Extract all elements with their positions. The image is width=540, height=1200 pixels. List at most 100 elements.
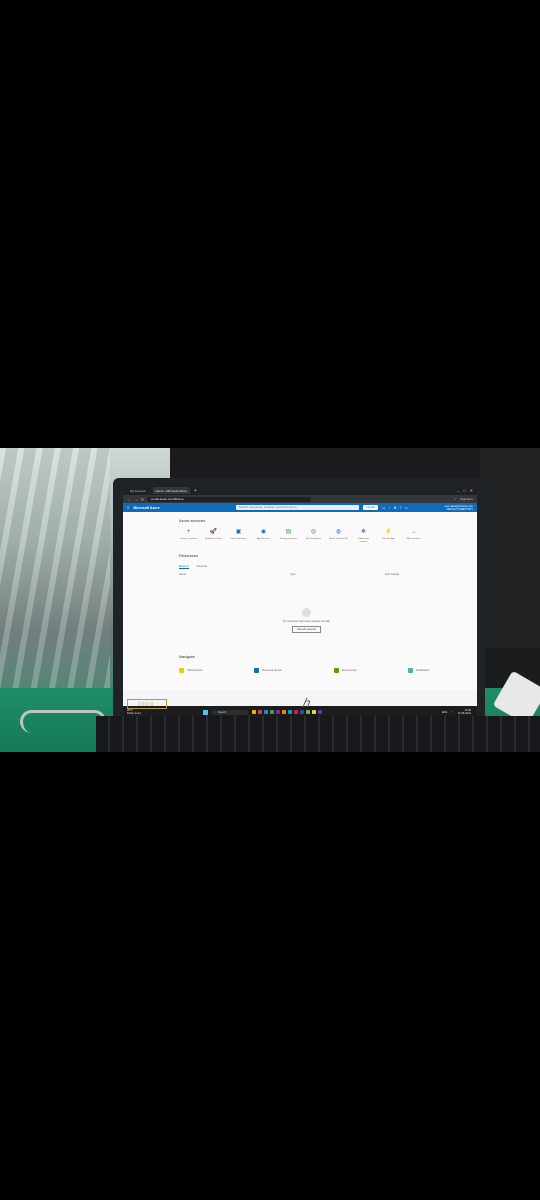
tab-my-account[interactable]: My Account: [127, 487, 149, 494]
taskbar-app-icon[interactable]: [258, 710, 262, 714]
grid-icon: [333, 668, 339, 673]
service-plus[interactable]: + Create a resource: [179, 529, 198, 543]
column-type: Type: [289, 573, 296, 577]
service-globe[interactable]: ◉ App Services: [254, 529, 273, 543]
copilot-button[interactable]: Copilot: [362, 505, 379, 510]
taskbar-app-icon[interactable]: [282, 710, 286, 714]
service-label: Azure Cosmos DB: [329, 538, 348, 540]
tab-favorite[interactable]: Favorite: [197, 564, 208, 569]
taskbar-app-icon[interactable]: [264, 710, 268, 714]
reload-icon[interactable]: ↻: [141, 497, 144, 502]
service-monitor[interactable]: ▣ Virtual machines: [229, 529, 248, 543]
minimize-icon[interactable]: –: [457, 488, 459, 493]
service-label: Virtual machines: [230, 538, 247, 540]
search-input[interactable]: Search resources, services, and docs (G+…: [235, 505, 359, 510]
navigate-item[interactable]: Subscriptions: [179, 668, 203, 673]
taskbar-search[interactable]: Search: [212, 709, 248, 715]
cosmos-icon: ◍: [335, 529, 342, 535]
star-icon[interactable]: ☆: [453, 497, 456, 501]
navigate-item[interactable]: Resource groups: [254, 668, 282, 673]
navigate-item[interactable]: All resources: [333, 668, 357, 673]
account-info[interactable]: user.name@contoso.com DEFAULT DIRECTORY: [445, 505, 473, 511]
empty-state-icon: [301, 608, 311, 617]
column-last-viewed: Last Viewed: [384, 573, 399, 577]
profile-button[interactable]: Signature: [460, 497, 473, 501]
service-label: More services: [406, 538, 421, 540]
service-sql[interactable]: ◎ SQL databases: [304, 529, 323, 543]
window-controls: – □ ✕: [457, 488, 477, 493]
taskbar-app-icon[interactable]: [294, 710, 298, 714]
taskbar-app-icon[interactable]: [312, 710, 316, 714]
service-label: Function App: [382, 538, 395, 540]
service-arrow-right[interactable]: → More services: [404, 529, 423, 543]
navigate-item[interactable]: Dashboard: [408, 668, 429, 673]
maximize-icon[interactable]: □: [463, 488, 465, 493]
service-label: SQL databases: [306, 538, 321, 540]
service-kubernetes[interactable]: ❖ Kubernetes services: [354, 529, 373, 543]
taskbar-app-icon[interactable]: [270, 710, 274, 714]
laptop-photo: My Account Home - Microsoft Azure + – □ …: [0, 448, 540, 752]
bell-icon[interactable]: ◔: [388, 506, 390, 510]
navigate-title: Navigate: [179, 654, 195, 659]
service-storage[interactable]: ▤ Storage accounts: [279, 529, 298, 543]
wifi-icon[interactable]: ◠: [451, 711, 453, 714]
menu-icon[interactable]: ≡: [127, 505, 129, 510]
kubernetes-icon: ❖: [360, 529, 367, 535]
function-icon: ⚡: [384, 529, 393, 535]
resources-tabs: Recent Favorite: [179, 564, 477, 570]
close-icon[interactable]: ✕: [470, 488, 473, 493]
key-icon: [179, 668, 184, 673]
language-indicator[interactable]: ENG: [442, 711, 448, 714]
azure-brand[interactable]: Microsoft Azure: [133, 506, 159, 510]
windows-start-icon[interactable]: [203, 709, 208, 715]
laptop-sticker: Ghibli: [127, 699, 167, 709]
service-label: Create a resource: [179, 538, 198, 540]
service-label: Storage accounts: [279, 538, 298, 540]
gear-icon[interactable]: ⚙: [393, 506, 396, 510]
address-bar: ← → ↻ portal.azure.com/#home ☆ Signature: [123, 495, 477, 503]
monitor-icon: ▣: [235, 529, 242, 535]
new-tab-button[interactable]: +: [194, 488, 197, 494]
resource-group-icon: [254, 668, 260, 673]
feedback-icon[interactable]: ☺: [405, 506, 409, 510]
navigate-label: All resources: [341, 669, 357, 672]
background-right: [480, 448, 540, 648]
taskbar-app-icon[interactable]: [288, 710, 292, 714]
service-cosmos[interactable]: ◍ Azure Cosmos DB: [329, 529, 348, 543]
service-label: Kubernetes services: [357, 538, 370, 543]
taskbar-app-icon[interactable]: [306, 710, 310, 714]
azure-services-list: + Create a resource 🚀 Quickstart Center ▣ Vir…: [179, 529, 477, 543]
keyboard: [96, 716, 540, 752]
service-function[interactable]: ⚡ Function App: [379, 529, 398, 543]
taskbar-app-icon[interactable]: [276, 710, 280, 714]
view-all-resources-button[interactable]: View all resources: [291, 626, 322, 633]
tab-recent[interactable]: Recent: [179, 564, 189, 570]
empty-state: No resources have been viewed recently V…: [283, 608, 330, 633]
glass-partition: [0, 448, 110, 698]
service-rocket[interactable]: 🚀 Quickstart Center: [204, 529, 223, 543]
arrow-right-icon: →: [410, 529, 417, 535]
cable: [20, 710, 106, 733]
back-icon[interactable]: ←: [127, 497, 131, 502]
resources-title: Resources: [179, 553, 199, 559]
empty-state-text: No resources have been viewed recently: [283, 620, 330, 623]
sql-icon: ◎: [310, 529, 317, 535]
forward-icon[interactable]: →: [134, 497, 138, 502]
taskbar-apps: [252, 710, 322, 714]
navigate-list: Subscriptions Resource groups All resource…: [179, 668, 429, 673]
taskbar-app-icon[interactable]: [318, 710, 322, 714]
navigate-section: Navigate Subscriptions Resource groups All…: [179, 654, 429, 673]
hp-logo: ℎ: [302, 696, 310, 710]
cloud-shell-icon[interactable]: ▭: [382, 506, 385, 510]
plus-icon: +: [186, 529, 191, 535]
taskbar-app-icon[interactable]: [252, 710, 256, 714]
taskbar-app-icon[interactable]: [300, 710, 304, 714]
clock[interactable]: 10:42 22-08-2024: [458, 709, 471, 715]
navigate-label: Dashboard: [416, 669, 429, 672]
system-tray: ENG ◠ 10:42 22-08-2024: [442, 709, 471, 715]
tab-azure-home[interactable]: Home - Microsoft Azure: [152, 487, 190, 494]
service-label: Quickstart Center: [204, 538, 223, 540]
help-icon[interactable]: ?: [400, 506, 402, 510]
url-field[interactable]: portal.azure.com/#home: [147, 496, 312, 502]
browser-tab-bar: My Account Home - Microsoft Azure + – □ …: [123, 486, 477, 495]
